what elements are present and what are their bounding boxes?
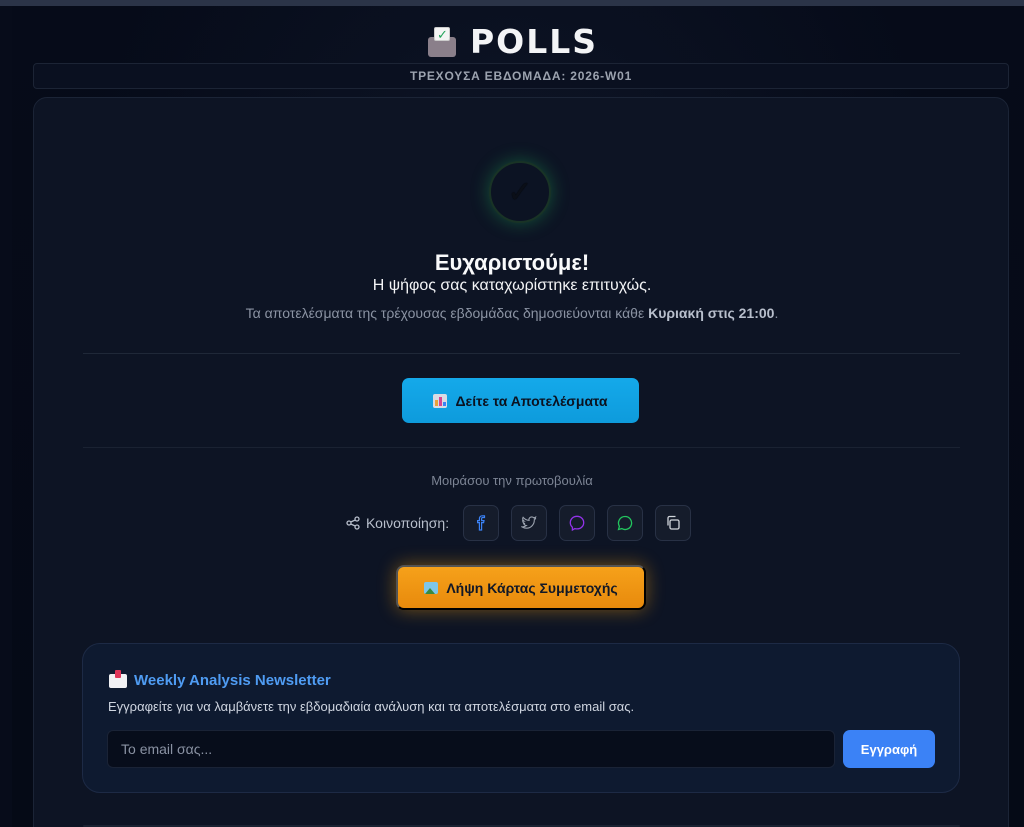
divider (83, 447, 960, 448)
share-twitter-button[interactable] (511, 505, 548, 541)
download-participation-card-button[interactable]: Λήψη Κάρτας Συμμετοχής (396, 565, 646, 610)
share-row: Κοινοποίηση: (346, 505, 703, 541)
whatsapp-icon (617, 515, 633, 531)
messenger-icon (569, 515, 585, 531)
check-icon: ✓ (507, 174, 533, 210)
current-week-bar: ΤΡΕΧΟΥΣΑ ΕΒΔΟΜΑΔΑ: 2026-W01 (33, 63, 1009, 89)
share-messenger-button[interactable] (559, 505, 596, 541)
page-header: ✓ POLLS (0, 22, 1024, 62)
share-icon (346, 516, 360, 530)
results-schedule-note: Τα αποτελέσματα της τρέχουσας εβδομάδας … (0, 305, 1024, 321)
email-input[interactable] (107, 730, 835, 768)
results-note-time: Κυριακή στις 21:00 (648, 305, 775, 321)
newsletter-title: Weekly Analysis Newsletter (109, 669, 331, 689)
divider (83, 353, 960, 354)
share-facebook-button[interactable] (463, 505, 500, 541)
facebook-icon (477, 515, 486, 531)
results-note-prefix: Τα αποτελέσματα της τρέχουσας εβδομάδας … (245, 305, 649, 321)
browser-top-bar (0, 0, 1024, 6)
share-caption: Μοιράσου την πρωτοβουλία (431, 473, 593, 488)
share-whatsapp-button[interactable] (607, 505, 644, 541)
participation-card-label: Λήψη Κάρτας Συμμετοχής (446, 579, 618, 596)
subscribe-button[interactable]: Εγγραφή (843, 730, 935, 768)
twitter-icon (521, 516, 537, 529)
bar-chart-icon (433, 393, 448, 408)
view-results-button[interactable]: Δείτε τα Αποτελέσματα (402, 378, 639, 423)
share-label-text: Κοινοποίηση: (366, 515, 450, 531)
newsletter-description: Εγγραφείτε για να λαμβάνετε την εβδομαδι… (108, 699, 635, 714)
page-title: POLLS (469, 22, 599, 61)
results-note-suffix: . (774, 305, 779, 321)
thank-you-heading: Ευχαριστούμε! (434, 250, 590, 275)
share-label: Κοινοποίηση: (346, 515, 449, 531)
logo: ✓ POLLS (426, 22, 598, 61)
ballot-box-icon: ✓ (426, 26, 458, 57)
success-badge: ✓ (489, 161, 551, 223)
envelope-icon (109, 669, 127, 688)
newsletter-panel: Weekly Analysis Newsletter Εγγραφείτε γι… (82, 643, 960, 793)
copy-link-button[interactable] (655, 505, 692, 541)
newsletter-title-text: Weekly Analysis Newsletter (134, 672, 331, 689)
vote-registered-message: Η ψήφος σας καταχωρίστηκε επιτυχώς. (372, 277, 652, 294)
page-side-strip (0, 6, 12, 827)
copy-icon (667, 515, 680, 530)
picture-icon (424, 581, 439, 594)
view-results-label: Δείτε τα Αποτελέσματα (455, 392, 608, 409)
